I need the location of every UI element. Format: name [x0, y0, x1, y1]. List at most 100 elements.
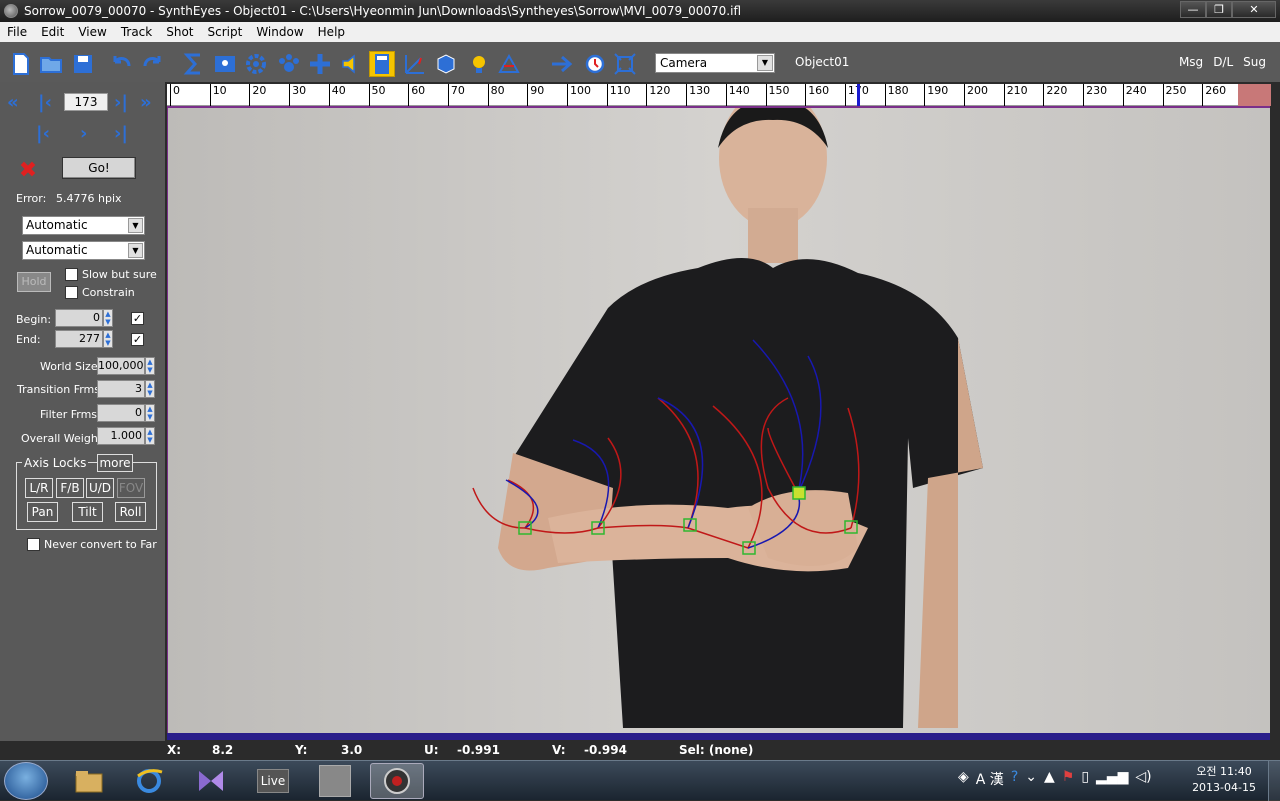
rewind-icon[interactable]: «	[7, 92, 19, 113]
menu-view[interactable]: View	[71, 25, 113, 39]
ie-taskbar-icon[interactable]	[122, 763, 176, 799]
overall-weight-spinner[interactable]: ▲ ▼	[145, 427, 155, 445]
end-input[interactable]: 277	[55, 330, 103, 348]
mesh-icon[interactable]	[496, 51, 522, 77]
live-taskbar-icon[interactable]: Live	[246, 763, 300, 799]
power-icon[interactable]: ▯	[1081, 769, 1089, 789]
transition-frames-input[interactable]: 3	[97, 380, 145, 398]
filter-frames-spinner[interactable]: ▲ ▼	[145, 404, 155, 422]
slow-but-sure-checkbox[interactable]	[65, 268, 78, 281]
minimize-button[interactable]: —	[1180, 1, 1206, 18]
open-folder-icon[interactable]	[38, 51, 64, 77]
more-button[interactable]: more	[97, 454, 133, 472]
ime-indicator[interactable]: A 漢	[976, 769, 1004, 789]
begin-checkbox[interactable]: ✓	[131, 312, 144, 325]
transition-frames-spinner[interactable]: ▲ ▼	[145, 380, 155, 398]
sigma-icon[interactable]	[181, 51, 207, 77]
help-icon[interactable]: ?	[1011, 769, 1018, 789]
fov-lock-button[interactable]: FOV	[117, 478, 145, 498]
volume-icon[interactable]: ◁)	[1135, 769, 1151, 789]
close-button[interactable]: ✕	[1232, 1, 1276, 18]
menu-file[interactable]: File	[0, 25, 34, 39]
show-desktop-button[interactable]	[1268, 761, 1280, 801]
show-hidden-icons[interactable]: ▲	[1044, 769, 1055, 789]
camera-select[interactable]: Camera ▼	[655, 53, 775, 73]
audio-icon[interactable]	[338, 51, 364, 77]
language-bar-icon[interactable]: ◈	[958, 769, 969, 789]
clock-icon[interactable]	[582, 51, 608, 77]
overall-weight-input[interactable]: 1.000	[97, 427, 145, 445]
viewport-scrubber-bar[interactable]	[167, 733, 1270, 740]
arrow-right-icon[interactable]	[549, 51, 575, 77]
fast-forward-icon[interactable]: »	[140, 92, 152, 113]
world-size-spinner[interactable]: ▲ ▼	[145, 357, 155, 375]
camera-viewport[interactable]	[167, 106, 1270, 740]
new-file-icon[interactable]	[8, 51, 34, 77]
begin-input[interactable]: 0	[55, 309, 103, 327]
tracker-marker[interactable]	[792, 486, 806, 500]
calculator-icon[interactable]	[369, 51, 395, 77]
network-icon[interactable]: ▂▄▆	[1096, 769, 1128, 789]
go-button[interactable]: Go!	[62, 157, 136, 179]
frame-number-input[interactable]: 173	[64, 93, 108, 111]
fb-lock-button[interactable]: F/B	[56, 478, 84, 498]
menu-script[interactable]: Script	[201, 25, 250, 39]
lr-lock-button[interactable]: L/R	[25, 478, 53, 498]
light-bulb-icon[interactable]	[466, 51, 492, 77]
filter-frames-input[interactable]: 0	[97, 404, 145, 422]
menu-window[interactable]: Window	[249, 25, 310, 39]
timeline-tick: 120	[646, 84, 670, 106]
coordinate-icon[interactable]	[402, 51, 428, 77]
menu-track[interactable]: Track	[114, 25, 159, 39]
constrain-checkbox[interactable]	[65, 286, 78, 299]
end-checkbox[interactable]: ✓	[131, 333, 144, 346]
timeline-ruler[interactable]: 0 10 20 30 40 50 60 70 80 90 100 110 120 130 140 150 160…	[167, 84, 1271, 106]
ud-lock-button[interactable]: U/D	[86, 478, 114, 498]
undo-icon[interactable]	[108, 51, 134, 77]
cancel-x-icon[interactable]: ✖	[17, 160, 39, 182]
start-button[interactable]	[4, 762, 48, 800]
cube-icon[interactable]	[433, 51, 459, 77]
dl-link[interactable]: D/L	[1213, 55, 1233, 69]
menu-shot[interactable]: Shot	[159, 25, 200, 39]
visual-studio-taskbar-icon[interactable]	[184, 763, 238, 799]
last-frame-icon[interactable]: ›|	[114, 92, 128, 113]
status-bar: X: 8.2 Y: 3.0 U: -0.991 V: -0.994 Sel: (…	[0, 741, 1280, 760]
app-icon[interactable]	[4, 4, 18, 18]
taskbar-clock[interactable]: 오전 11:40 2013-04-15	[1192, 764, 1256, 796]
save-icon[interactable]	[70, 51, 96, 77]
gear-icon[interactable]	[243, 51, 269, 77]
next-key-icon[interactable]: ›|	[114, 123, 128, 144]
begin-spinner[interactable]: ▲ ▼	[103, 309, 113, 327]
solver-mode-select[interactable]: Automatic ▼	[22, 216, 145, 235]
paw-icon[interactable]	[276, 51, 302, 77]
hold-button[interactable]: Hold	[17, 272, 51, 292]
prev-key-icon[interactable]: |‹	[36, 123, 50, 144]
menu-help[interactable]: Help	[311, 25, 352, 39]
sug-link[interactable]: Sug	[1243, 55, 1266, 69]
tray-menu-icon[interactable]: ⌄	[1025, 769, 1037, 789]
move-icon[interactable]	[307, 51, 333, 77]
solver-mode2-select[interactable]: Automatic ▼	[22, 241, 145, 260]
timeline-tick-label: 60	[411, 84, 426, 97]
explorer-taskbar-icon[interactable]	[62, 763, 116, 799]
action-center-icon[interactable]: ⚑	[1062, 769, 1075, 789]
blank-app-taskbar-icon[interactable]	[308, 763, 362, 799]
redo-icon[interactable]	[140, 51, 166, 77]
shot-icon[interactable]	[212, 51, 238, 77]
play-icon[interactable]: ›	[80, 123, 87, 144]
msg-link[interactable]: Msg	[1179, 55, 1203, 69]
timeline-cursor[interactable]	[856, 84, 860, 106]
fit-frame-icon[interactable]	[612, 51, 638, 77]
window-title: Sorrow_0079_00070 - SynthEyes - Object01…	[24, 4, 742, 18]
maximize-button[interactable]: ❐	[1206, 1, 1232, 18]
never-convert-checkbox[interactable]	[27, 538, 40, 551]
menu-edit[interactable]: Edit	[34, 25, 71, 39]
world-size-input[interactable]: 100,000	[97, 357, 145, 375]
first-frame-icon[interactable]: |‹	[38, 92, 52, 113]
syntheyes-taskbar-icon[interactable]	[370, 763, 424, 799]
tilt-lock-button[interactable]: Tilt	[72, 502, 103, 522]
roll-lock-button[interactable]: Roll	[115, 502, 146, 522]
pan-lock-button[interactable]: Pan	[27, 502, 58, 522]
end-spinner[interactable]: ▲ ▼	[103, 330, 113, 348]
